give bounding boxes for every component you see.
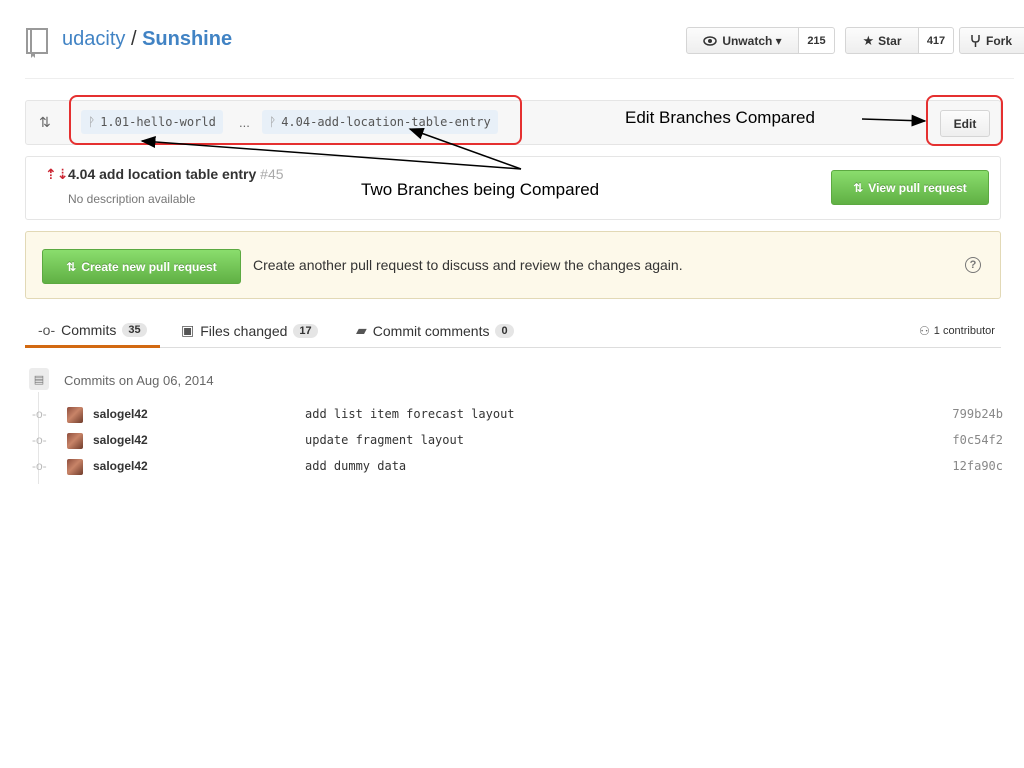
commits-date-heading: Commits on Aug 06, 2014: [64, 373, 214, 388]
commit-sha[interactable]: 12fa90c: [952, 459, 1003, 473]
help-icon[interactable]: ?: [965, 257, 981, 273]
fork-label: Fork: [986, 33, 1013, 48]
commit-icon: -o-: [38, 322, 56, 338]
stargazers-count[interactable]: 417: [918, 27, 954, 54]
view-pull-request-label: View pull request: [868, 180, 967, 195]
annotation-two-branches: Two Branches being Compared: [361, 180, 600, 199]
pull-request-icon: ⇅: [66, 259, 77, 274]
repo-owner-link[interactable]: udacity: [62, 28, 125, 50]
edit-highlight-box: [926, 95, 1003, 146]
pull-request-description: No description available: [68, 192, 196, 206]
tab-commit-comments[interactable]: ▰ Commit comments 0: [356, 322, 514, 339]
create-pull-request-label: Create new pull request: [81, 259, 217, 274]
branches-highlight-box: [69, 95, 522, 145]
avatar[interactable]: [67, 459, 83, 475]
commit-sha[interactable]: f0c54f2: [952, 433, 1003, 447]
pull-request-icon: ⇅: [853, 180, 864, 195]
avatar[interactable]: [67, 433, 83, 449]
repo-name-link[interactable]: Sunshine: [142, 28, 232, 50]
diff-icon: ▣: [181, 322, 195, 338]
annotation-edit-branches: Edit Branches Compared: [625, 108, 815, 127]
pull-request-number: #45: [260, 166, 284, 182]
commit-message[interactable]: add list item forecast layout: [305, 407, 515, 421]
star-icon: ★: [862, 32, 875, 48]
watchers-count[interactable]: 215: [798, 27, 835, 54]
repo-icon: [26, 28, 48, 58]
view-pull-request-button[interactable]: ⇅ View pull request: [831, 170, 989, 205]
contributors-label: 1 contributor: [933, 325, 995, 337]
commit-message[interactable]: add dummy data: [305, 459, 406, 473]
pull-request-title[interactable]: 4.04 add location table entry #45: [68, 166, 284, 182]
commit-row: -o- salogel42 add dummy data 12fa90c: [25, 455, 1005, 479]
pull-request-icon: ⇡⇣: [45, 166, 69, 182]
fork-icon: [971, 34, 980, 47]
active-tab-indicator: [25, 345, 160, 348]
commit-author[interactable]: salogel42: [93, 407, 148, 421]
fork-button[interactable]: Fork: [959, 27, 1024, 54]
unwatch-label: Unwatch ▾: [722, 33, 782, 48]
tab-commits-count: 35: [122, 323, 147, 337]
star-label: Star: [878, 33, 902, 48]
tab-commits-label: Commits: [61, 322, 117, 338]
unwatch-button[interactable]: Unwatch ▾: [686, 27, 799, 54]
tab-comments-label: Commit comments: [372, 322, 490, 339]
comment-icon: ▰: [356, 322, 367, 338]
commit-author[interactable]: salogel42: [93, 459, 148, 473]
compare-icon: ⇅: [39, 114, 51, 130]
commit-message[interactable]: update fragment layout: [305, 433, 464, 447]
tab-comments-count: 0: [495, 323, 514, 338]
organization-icon: ⚇: [919, 324, 930, 338]
star-button[interactable]: ★ Star: [845, 27, 919, 54]
repo-separator: /: [130, 28, 137, 50]
commit-author[interactable]: salogel42: [93, 433, 148, 447]
tab-commits[interactable]: -o- Commits 35: [38, 322, 147, 338]
commit-row: -o- salogel42 add list item forecast lay…: [25, 403, 1005, 427]
repo-title: udacity / Sunshine: [62, 28, 232, 51]
commit-icon: -o-: [32, 407, 47, 421]
flash-message: Create another pull request to discuss a…: [253, 257, 683, 273]
commit-sha[interactable]: 799b24b: [952, 407, 1003, 421]
contributors-link[interactable]: ⚇ 1 contributor: [919, 324, 995, 338]
tab-files-label: Files changed: [200, 322, 288, 339]
commit-row: -o- salogel42 update fragment layout f0c…: [25, 429, 1005, 453]
tab-files-changed[interactable]: ▣ Files changed 17: [181, 322, 318, 339]
tabs-divider: [25, 347, 1001, 348]
commits-date-icon: ▤: [29, 368, 49, 390]
create-pull-request-button[interactable]: ⇅ Create new pull request: [42, 249, 241, 284]
pull-request-title-text: 4.04 add location table entry: [68, 166, 257, 182]
commit-icon: -o-: [32, 459, 47, 473]
eye-icon: [703, 35, 718, 46]
commit-icon: -o-: [32, 433, 47, 447]
avatar[interactable]: [67, 407, 83, 423]
header-divider: [25, 78, 1014, 79]
tab-files-count: 17: [293, 323, 318, 338]
